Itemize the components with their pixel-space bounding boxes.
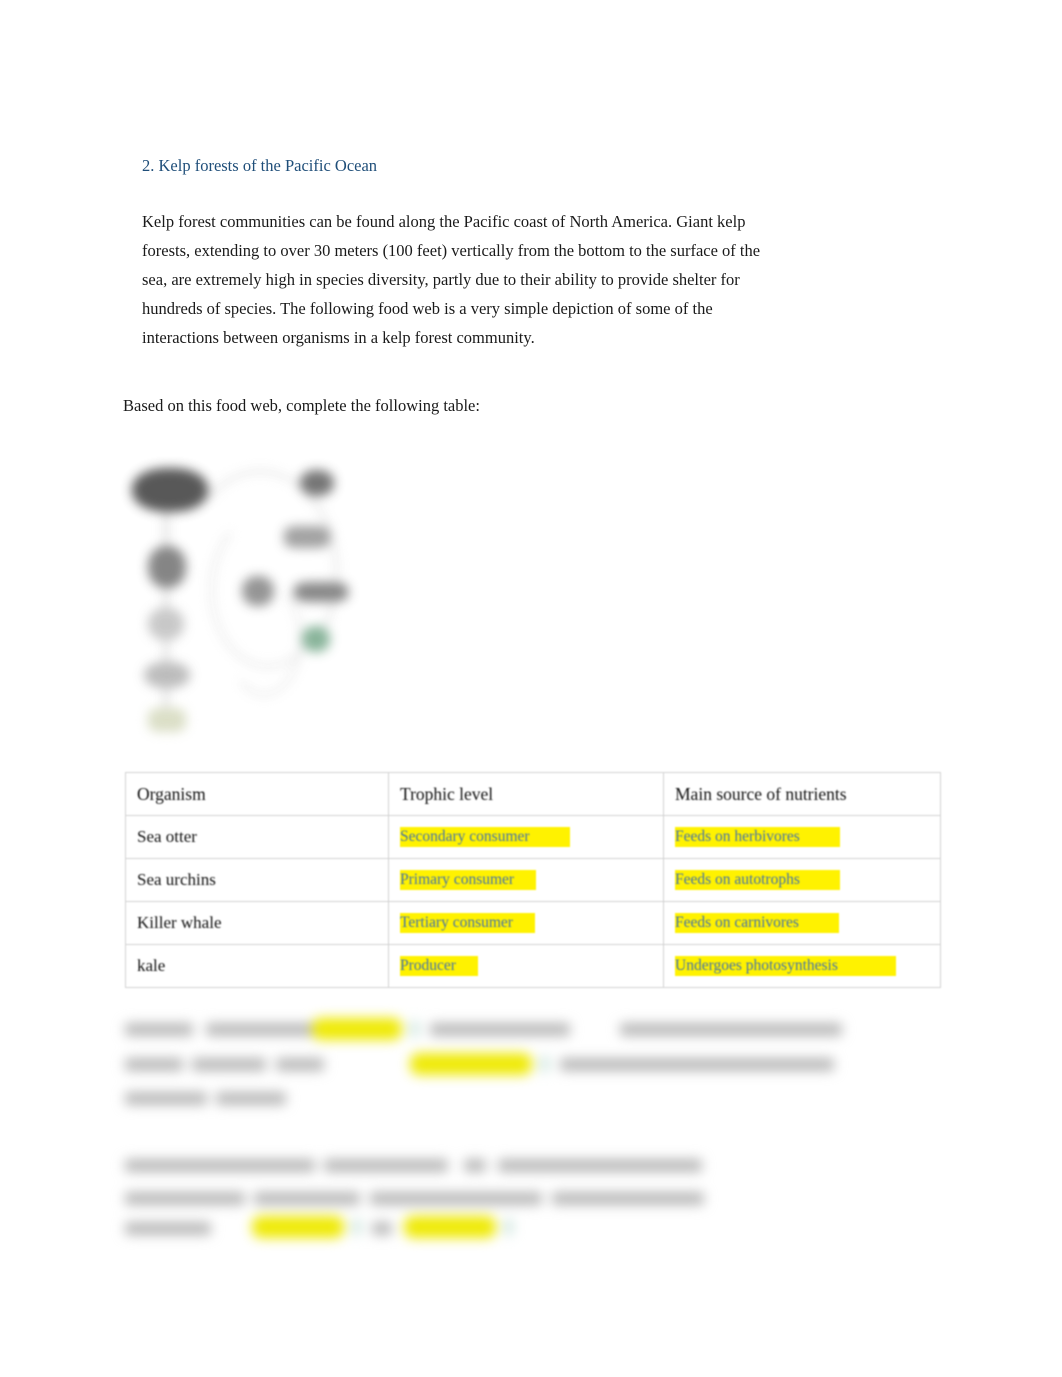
highlighted-answer-text: Producer [400, 956, 478, 976]
table-row: Killer whale Tertiary consumer Feeds on … [125, 901, 941, 945]
organism-name: Sea otter [137, 827, 197, 846]
kelp-forest-food-web-diagram [126, 460, 364, 732]
table-header-trophic-level-label: Trophic level [400, 784, 494, 804]
table-cell-organism: kale [125, 944, 389, 988]
organism-name: kale [137, 956, 166, 975]
table-cell-nutrient-source[interactable]: Feeds on autotrophs [663, 858, 941, 902]
table-cell-organism: Sea urchins [125, 858, 389, 902]
trophic-level-answer[interactable]: Tertiary consumer [389, 912, 663, 934]
table-cell-organism: Killer whale [125, 901, 389, 945]
table-cell-trophic-level[interactable]: Primary consumer [388, 858, 664, 902]
nutrient-source-answer[interactable]: Feeds on carnivores [664, 912, 940, 934]
table-cell-nutrient-source[interactable]: Undergoes photosynthesis [663, 944, 941, 988]
document-page: 2. Kelp forests of the Pacific Ocean Kel… [0, 0, 1062, 1377]
table-cell-trophic-level[interactable]: Producer [388, 944, 664, 988]
table-cell-nutrient-source[interactable]: Feeds on herbivores [663, 815, 941, 859]
section-heading: 2. Kelp forests of the Pacific Ocean [142, 156, 378, 175]
highlighted-answer-text: Feeds on herbivores [675, 827, 840, 847]
table-header-row: Organism Trophic level Main source of nu… [125, 772, 941, 816]
highlighted-answer-text: Secondary consumer [400, 827, 570, 847]
highlighted-answer-text: Undergoes photosynthesis [675, 956, 896, 976]
trophic-level-answer[interactable]: Secondary consumer [389, 826, 663, 848]
trophic-level-answer[interactable]: Producer [389, 955, 663, 977]
table-header-nutrient-source-label: Main source of nutrients [675, 784, 847, 804]
highlighted-answer-text: Tertiary consumer [400, 913, 535, 933]
table-header-trophic-level: Trophic level [388, 772, 664, 816]
table-row: kale Producer Undergoes photosynthesis [125, 944, 941, 988]
nutrient-source-answer[interactable]: Feeds on autotrophs [664, 869, 940, 891]
redacted-paragraph-upper [120, 1012, 890, 1107]
redacted-paragraph-lower [120, 1148, 740, 1243]
trophic-level-table: Organism Trophic level Main source of nu… [125, 772, 941, 988]
intro-paragraph: Kelp forest communities can be found alo… [142, 212, 761, 347]
highlighted-answer-text: Feeds on autotrophs [675, 870, 840, 890]
table-cell-nutrient-source[interactable]: Feeds on carnivores [663, 901, 941, 945]
table-row: Sea urchins Primary consumer Feeds on au… [125, 858, 941, 902]
highlighted-answer-text: Primary consumer [400, 870, 537, 890]
table-header-organism: Organism [125, 772, 389, 816]
table-header-organism-label: Organism [137, 784, 206, 804]
nutrient-source-answer[interactable]: Feeds on herbivores [664, 826, 940, 848]
table-header-nutrient-source: Main source of nutrients [663, 772, 941, 816]
trophic-level-answer[interactable]: Primary consumer [389, 869, 663, 891]
organism-name: Sea urchins [137, 870, 216, 889]
nutrient-source-answer[interactable]: Undergoes photosynthesis [664, 955, 940, 977]
table-cell-organism: Sea otter [125, 815, 389, 859]
table-prompt-line: Based on this food web, complete the fol… [123, 396, 480, 415]
table-cell-trophic-level[interactable]: Secondary consumer [388, 815, 664, 859]
highlighted-answer-text: Feeds on carnivores [675, 913, 839, 933]
organism-name: Killer whale [137, 913, 222, 932]
table-cell-trophic-level[interactable]: Tertiary consumer [388, 901, 664, 945]
table-row: Sea otter Secondary consumer Feeds on he… [125, 815, 941, 859]
